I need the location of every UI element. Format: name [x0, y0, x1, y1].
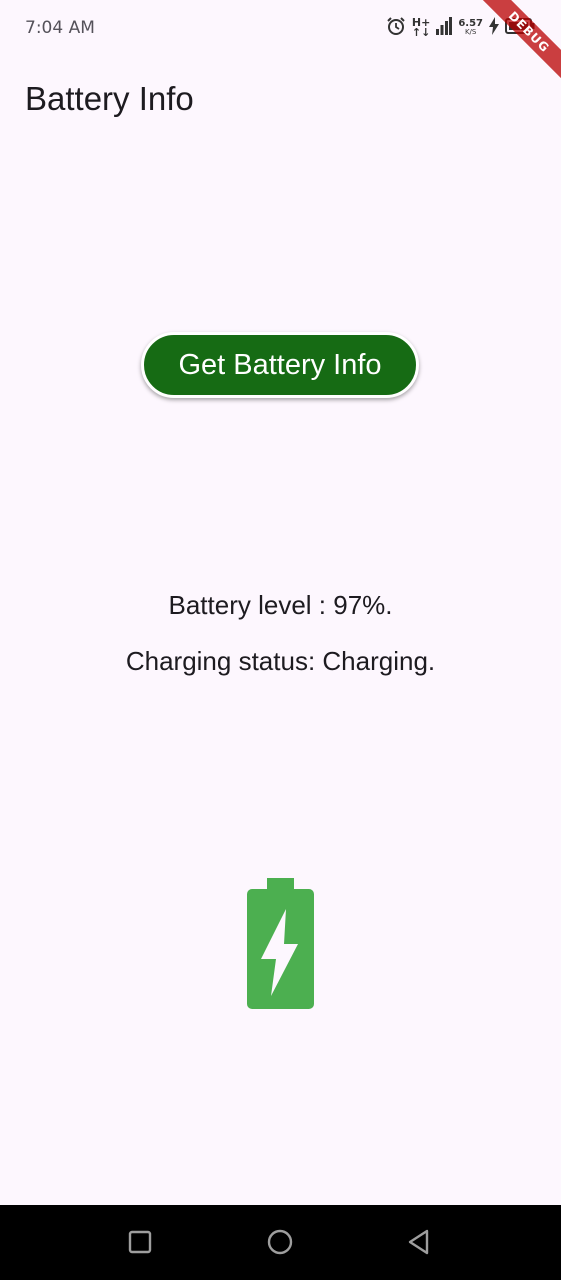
status-bar: 7:04 AM H+ ↑↓ 6.57 K/S: [0, 0, 561, 56]
alarm-icon: [386, 16, 406, 40]
get-battery-info-label: Get Battery Info: [178, 348, 382, 381]
status-icons: H+ ↑↓ 6.57 K/S: [386, 16, 535, 40]
status-time: 7:04 AM: [25, 18, 95, 38]
back-icon[interactable]: [401, 1224, 437, 1260]
network-type-icon: H+ ↑↓: [411, 17, 431, 39]
app-bar: Battery Info: [0, 56, 561, 142]
network-activity-arrows: ↑↓: [411, 26, 431, 39]
battery-status-icon: [505, 17, 535, 39]
network-speed-unit: K/S: [464, 28, 477, 36]
network-speed-icon: 6.57 K/S: [458, 19, 483, 37]
page-title: Battery Info: [25, 80, 194, 117]
navigation-bar: [0, 1205, 561, 1280]
get-battery-info-button[interactable]: Get Battery Info: [141, 332, 419, 398]
charging-bolt-icon: [489, 17, 499, 39]
charging-status-text: Charging status: Charging.: [125, 646, 436, 676]
network-speed-value: 6.57: [458, 18, 483, 29]
home-icon[interactable]: [262, 1224, 298, 1260]
battery-charging-icon: [247, 878, 315, 1010]
signal-icon: [436, 17, 453, 39]
battery-level-text: Battery level : 97%.: [168, 590, 393, 620]
recent-apps-icon[interactable]: [122, 1224, 158, 1260]
